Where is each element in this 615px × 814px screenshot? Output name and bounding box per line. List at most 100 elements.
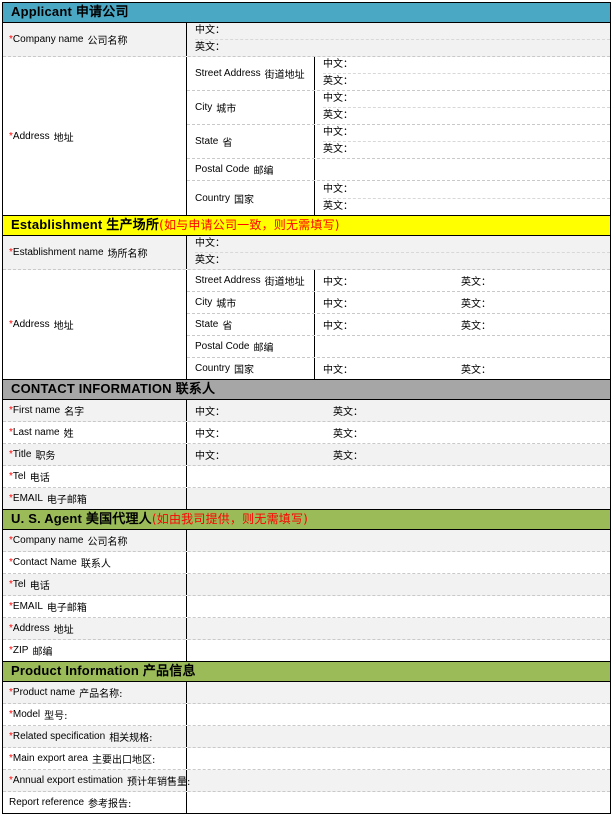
field-label: * Main export area 主要出口地区: bbox=[3, 748, 187, 769]
value-cell-stacked[interactable]: 中文： 英文： bbox=[315, 125, 610, 158]
field-label: * Last name 姓 bbox=[3, 422, 187, 443]
field-label-en: Annual export estimation bbox=[12, 775, 123, 786]
value-cell-empty[interactable] bbox=[187, 640, 610, 661]
value-cell-stacked[interactable]: 中文： 英文： bbox=[187, 23, 610, 56]
form-row: * First name 名字 中文： 英文： bbox=[3, 400, 610, 422]
value-cell-inline[interactable]: 中文： 英文： bbox=[187, 400, 610, 421]
value-cell-stacked[interactable]: 中文： 英文： bbox=[315, 91, 610, 124]
value-cell-empty[interactable] bbox=[187, 596, 610, 617]
chinese-input-label[interactable]: 中文： bbox=[195, 403, 225, 418]
field-label: * Contact Name 联系人 bbox=[3, 552, 187, 573]
field-label-cn: 产品名称: bbox=[79, 689, 123, 700]
value-cell-empty[interactable] bbox=[315, 336, 610, 357]
english-input-line[interactable]: 英文： bbox=[323, 141, 610, 158]
form-row: * Contact Name 联系人 bbox=[3, 552, 610, 574]
value-cell-inline[interactable]: 中文： 英文： bbox=[315, 314, 610, 335]
value-cell-stacked[interactable]: 中文： 英文： bbox=[187, 236, 610, 269]
chinese-input-label[interactable]: 中文： bbox=[323, 295, 353, 310]
address-sub-row: Street Address 街道地址 中文： 英文： bbox=[187, 57, 610, 91]
field-label-cn: 公司名称 bbox=[87, 36, 128, 47]
english-input-line[interactable]: 英文： bbox=[323, 73, 610, 90]
chinese-input-line[interactable]: 中文： bbox=[323, 125, 610, 141]
section-header-applicant: Applicant 申请公司 bbox=[3, 3, 610, 23]
chinese-input-line[interactable]: 中文： bbox=[195, 23, 610, 39]
chinese-input-line[interactable]: 中文： bbox=[323, 182, 610, 198]
english-input-label[interactable]: 英文： bbox=[461, 295, 491, 310]
english-input-label[interactable]: 英文： bbox=[333, 425, 363, 440]
value-cell-empty[interactable] bbox=[187, 770, 610, 791]
value-cell-inline[interactable]: 中文： 英文： bbox=[187, 422, 610, 443]
field-label-cn: 职务 bbox=[35, 451, 56, 462]
english-input-line[interactable]: 英文： bbox=[195, 39, 610, 56]
chinese-input-label[interactable]: 中文： bbox=[323, 273, 353, 288]
value-cell-empty[interactable] bbox=[187, 466, 610, 487]
chinese-input-label[interactable]: 中文： bbox=[323, 361, 353, 376]
field-label-cn: 电子邮箱 bbox=[46, 603, 87, 614]
value-cell-empty[interactable] bbox=[187, 618, 610, 639]
field-sublabel-en: City bbox=[195, 297, 213, 308]
english-input-label[interactable]: 英文： bbox=[461, 273, 491, 288]
value-cell-stacked[interactable]: 中文： 英文： bbox=[315, 181, 610, 215]
chinese-input-label[interactable]: 中文： bbox=[195, 425, 225, 440]
form-row: * EMAIL 电子邮箱 bbox=[3, 596, 610, 618]
field-label-cn: 地址 bbox=[53, 625, 74, 636]
value-cell-empty[interactable] bbox=[187, 488, 610, 509]
form-row: * Model 型号: bbox=[3, 704, 610, 726]
english-input-line[interactable]: 英文： bbox=[195, 252, 610, 269]
value-cell-empty[interactable] bbox=[187, 552, 610, 573]
value-cell-empty[interactable] bbox=[187, 726, 610, 747]
field-label-cn: 主要出口地区: bbox=[91, 755, 156, 766]
section-header-establishment: Establishment 生产场所(如与申请公司一致，则无需填写) bbox=[3, 216, 610, 236]
value-cell-empty[interactable] bbox=[187, 530, 610, 551]
english-input-label[interactable]: 英文： bbox=[461, 317, 491, 332]
value-cell-inline[interactable]: 中文： 英文： bbox=[187, 444, 610, 465]
address-subrows: Street Address 街道地址 中文： 英文： City 城市 中文： 英文： St… bbox=[187, 57, 610, 215]
field-label: * First name 名字 bbox=[3, 400, 187, 421]
field-label-cn: 型号: bbox=[44, 711, 68, 722]
value-cell-stacked[interactable]: 中文： 英文： bbox=[315, 57, 610, 90]
english-input-line[interactable]: 英文： bbox=[323, 107, 610, 124]
english-input-label[interactable]: 英文： bbox=[461, 361, 491, 376]
field-sublabel: Country 国家 bbox=[187, 358, 315, 379]
field-label: * Address 地址 bbox=[3, 618, 187, 639]
field-label: * Address 地址 bbox=[3, 270, 187, 379]
field-label-en: EMAIL bbox=[12, 493, 43, 504]
field-label-en: Address bbox=[12, 623, 50, 634]
value-cell-inline[interactable]: 中文： 英文： bbox=[315, 358, 610, 379]
section-header-cn: 产品信息 bbox=[142, 664, 196, 679]
chinese-input-line[interactable]: 中文： bbox=[195, 236, 610, 252]
field-sublabel-cn: 邮编 bbox=[253, 343, 274, 354]
form-row: * Title 职务 中文： 英文： bbox=[3, 444, 610, 466]
field-sublabel-cn: 省 bbox=[222, 138, 233, 149]
section-header-note: (如与申请公司一致，则无需填写) bbox=[159, 218, 340, 232]
english-input-label[interactable]: 英文： bbox=[333, 403, 363, 418]
field-sublabel-en: City bbox=[195, 102, 213, 113]
address-sub-row: State 省中文： 英文： bbox=[187, 314, 610, 336]
value-cell-empty[interactable] bbox=[187, 574, 610, 595]
english-input-line[interactable]: 英文： bbox=[323, 197, 610, 215]
value-cell-inline[interactable]: 中文： 英文： bbox=[315, 292, 610, 313]
value-cell-empty[interactable] bbox=[187, 704, 610, 725]
chinese-input-label[interactable]: 中文： bbox=[323, 317, 353, 332]
form-row: * ZIP 邮编 bbox=[3, 640, 610, 662]
field-label-en: Establishment name bbox=[12, 247, 104, 258]
section-header-cn: 生产场所 bbox=[106, 218, 160, 233]
value-cell-empty[interactable] bbox=[315, 159, 610, 180]
value-cell-empty[interactable] bbox=[187, 792, 610, 813]
chinese-input-line[interactable]: 中文： bbox=[323, 91, 610, 107]
value-cell-inline[interactable]: 中文： 英文： bbox=[315, 270, 610, 291]
field-label-cn: 名字 bbox=[64, 407, 85, 418]
field-sublabel-en: Country bbox=[195, 192, 231, 204]
english-input-label[interactable]: 英文： bbox=[333, 447, 363, 462]
chinese-input-line[interactable]: 中文： bbox=[323, 57, 610, 73]
address-block-applicant: * Address 地址 Street Address 街道地址 中文： 英文： City… bbox=[3, 57, 610, 216]
value-cell-empty[interactable] bbox=[187, 682, 610, 703]
value-cell-empty[interactable] bbox=[187, 748, 610, 769]
field-sublabel-cn: 省 bbox=[222, 321, 233, 332]
field-sublabel-cn: 国家 bbox=[234, 365, 255, 376]
field-label-en: Title bbox=[12, 449, 32, 460]
chinese-input-label[interactable]: 中文： bbox=[195, 447, 225, 462]
form-row: * Establishment name 场所名称 中文： 英文： bbox=[3, 236, 610, 270]
address-sub-row: City 城市 中文： 英文： bbox=[187, 292, 610, 314]
field-label: * Establishment name 场所名称 bbox=[3, 236, 187, 269]
